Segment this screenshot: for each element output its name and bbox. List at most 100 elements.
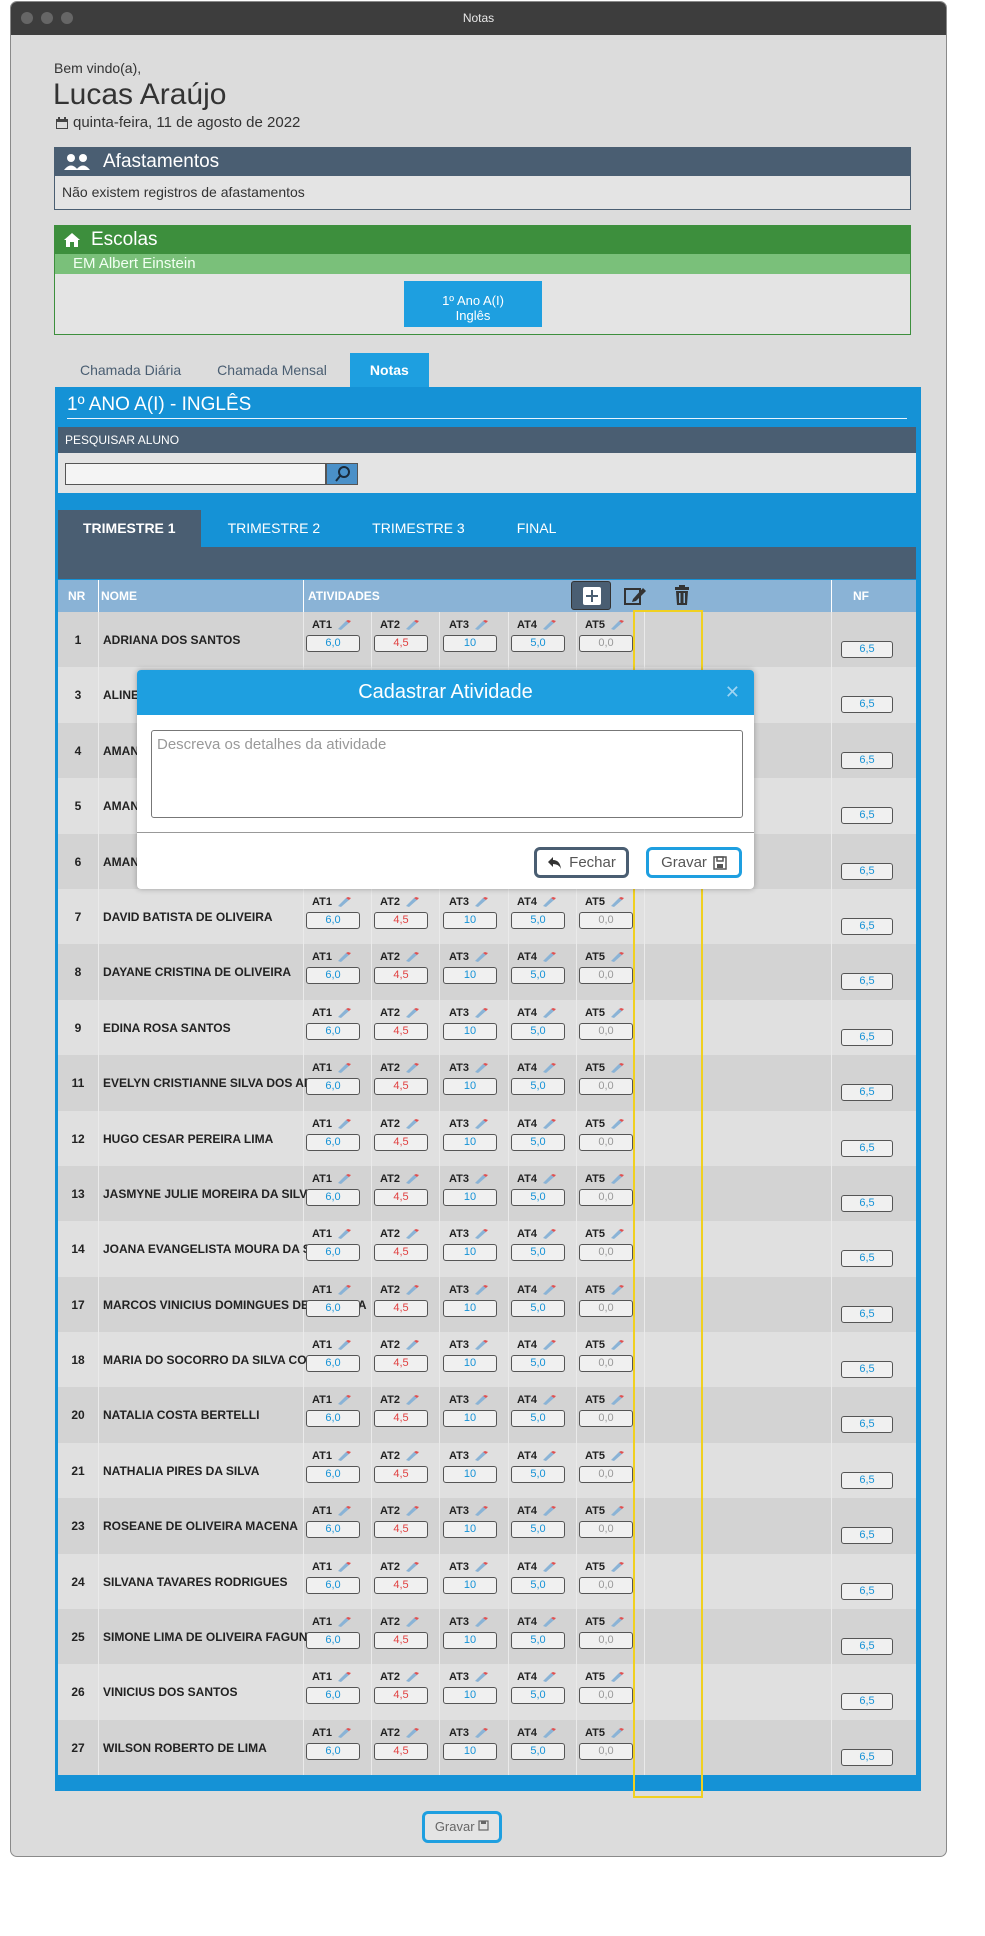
pencil-icon[interactable] bbox=[609, 1672, 625, 1683]
grade-input[interactable]: 4,5 bbox=[374, 1632, 428, 1650]
grade-input[interactable]: 5,0 bbox=[511, 1410, 565, 1428]
grade-input[interactable]: 5,0 bbox=[511, 1355, 565, 1373]
pencil-icon[interactable] bbox=[336, 1063, 352, 1074]
grade-input[interactable]: 10 bbox=[443, 1078, 497, 1096]
tab-final[interactable]: FINAL bbox=[492, 510, 582, 547]
grade-input[interactable]: 6,0 bbox=[306, 1521, 360, 1539]
grade-input[interactable]: 10 bbox=[443, 967, 497, 985]
pencil-icon[interactable] bbox=[473, 1727, 489, 1738]
pencil-icon[interactable] bbox=[473, 1118, 489, 1129]
grade-input[interactable]: 5,0 bbox=[511, 1576, 565, 1594]
grade-input[interactable]: 6,0 bbox=[306, 967, 360, 985]
pencil-icon[interactable] bbox=[336, 1007, 352, 1018]
grade-input[interactable]: 5,0 bbox=[511, 1521, 565, 1539]
pencil-icon[interactable] bbox=[541, 1617, 557, 1628]
modal-save-button[interactable]: Gravar bbox=[646, 847, 742, 878]
final-grade[interactable]: 6,5 bbox=[841, 641, 893, 658]
minimize-window-icon[interactable] bbox=[41, 12, 53, 24]
grade-input[interactable]: 6,0 bbox=[306, 1188, 360, 1206]
grade-input[interactable]: 6,0 bbox=[306, 1632, 360, 1650]
edit-activity-button[interactable] bbox=[621, 583, 649, 609]
pencil-icon[interactable] bbox=[336, 952, 352, 963]
grade-input[interactable]: 0,0 bbox=[579, 1355, 633, 1373]
grade-input[interactable]: 5,0 bbox=[511, 1299, 565, 1317]
final-grade[interactable]: 6,5 bbox=[841, 1084, 893, 1102]
grade-input[interactable]: 10 bbox=[443, 1188, 497, 1206]
grade-input[interactable]: 0,0 bbox=[579, 911, 633, 929]
final-grade[interactable]: 6,5 bbox=[841, 1250, 893, 1268]
pencil-icon[interactable] bbox=[404, 1340, 420, 1351]
final-grade[interactable]: 6,5 bbox=[841, 696, 893, 714]
search-button[interactable] bbox=[326, 463, 358, 485]
grade-input[interactable]: 4,5 bbox=[374, 1022, 428, 1040]
pencil-icon[interactable] bbox=[404, 1450, 420, 1461]
grade-input[interactable]: 4,5 bbox=[374, 1355, 428, 1373]
grade-input[interactable]: 10 bbox=[443, 1244, 497, 1262]
grade-input[interactable]: 4,5 bbox=[374, 1299, 428, 1317]
grade-input[interactable]: 5,0 bbox=[511, 1632, 565, 1650]
pencil-icon[interactable] bbox=[336, 1506, 352, 1517]
grade-input[interactable]: 0,0 bbox=[579, 1244, 633, 1262]
grade-input[interactable]: 0,0 bbox=[579, 1576, 633, 1594]
close-window-icon[interactable] bbox=[21, 12, 33, 24]
pencil-icon[interactable] bbox=[404, 1727, 420, 1738]
pencil-icon[interactable] bbox=[541, 1395, 557, 1406]
grade-input[interactable]: 10 bbox=[443, 1022, 497, 1040]
pencil-icon[interactable] bbox=[541, 1118, 557, 1129]
grade-input[interactable]: 0,0 bbox=[579, 1410, 633, 1428]
final-grade[interactable]: 6,5 bbox=[841, 862, 893, 880]
grade-input[interactable]: 0,0 bbox=[579, 1299, 633, 1317]
pencil-icon[interactable] bbox=[473, 896, 489, 907]
pencil-icon[interactable] bbox=[404, 1173, 420, 1184]
search-input[interactable] bbox=[65, 463, 326, 485]
grade-input[interactable]: 10 bbox=[443, 1576, 497, 1594]
grade-input[interactable]: 6,0 bbox=[306, 911, 360, 929]
final-grade[interactable]: 6,5 bbox=[841, 751, 893, 769]
grade-input[interactable]: 10 bbox=[443, 1742, 497, 1760]
pencil-icon[interactable] bbox=[609, 896, 625, 907]
pencil-icon[interactable] bbox=[473, 1340, 489, 1351]
pencil-icon[interactable] bbox=[609, 1340, 625, 1351]
grade-input[interactable]: 0,0 bbox=[579, 1022, 633, 1040]
grade-input[interactable]: 4,5 bbox=[374, 1521, 428, 1539]
tab-trimestre-1[interactable]: TRIMESTRE 1 bbox=[58, 510, 201, 547]
grade-input[interactable]: 4,5 bbox=[374, 1244, 428, 1262]
grade-input[interactable]: 6,0 bbox=[306, 1576, 360, 1594]
pencil-icon[interactable] bbox=[336, 1284, 352, 1295]
grade-input[interactable]: 5,0 bbox=[511, 1078, 565, 1096]
pencil-icon[interactable] bbox=[473, 1173, 489, 1184]
pencil-icon[interactable] bbox=[404, 1395, 420, 1406]
grade-input[interactable]: 10 bbox=[443, 1355, 497, 1373]
pencil-icon[interactable] bbox=[404, 1561, 420, 1572]
grade-input[interactable]: 10 bbox=[443, 1133, 497, 1151]
pencil-icon[interactable] bbox=[609, 1007, 625, 1018]
pencil-icon[interactable] bbox=[541, 1173, 557, 1184]
final-grade[interactable]: 6,5 bbox=[841, 1361, 893, 1379]
grade-input[interactable]: 10 bbox=[443, 1632, 497, 1650]
grade-input[interactable]: 10 bbox=[443, 635, 497, 652]
activity-details-input[interactable] bbox=[151, 730, 743, 818]
final-grade[interactable]: 6,5 bbox=[841, 1305, 893, 1323]
grade-input[interactable]: 5,0 bbox=[511, 1244, 565, 1262]
tab-chamada-diaria[interactable]: Chamada Diária bbox=[67, 353, 194, 387]
pencil-icon[interactable] bbox=[336, 1229, 352, 1240]
grade-input[interactable]: 10 bbox=[443, 1410, 497, 1428]
grade-input[interactable]: 5,0 bbox=[511, 1742, 565, 1760]
final-grade[interactable]: 6,5 bbox=[841, 1638, 893, 1656]
pencil-icon[interactable] bbox=[404, 1007, 420, 1018]
grade-input[interactable]: 4,5 bbox=[374, 1742, 428, 1760]
pencil-icon[interactable] bbox=[473, 1450, 489, 1461]
pencil-icon[interactable] bbox=[609, 1173, 625, 1184]
save-grades-button[interactable]: Gravar bbox=[422, 1811, 502, 1843]
pencil-icon[interactable] bbox=[404, 1617, 420, 1628]
pencil-icon[interactable] bbox=[473, 1284, 489, 1295]
pencil-icon[interactable] bbox=[609, 952, 625, 963]
grade-input[interactable]: 0,0 bbox=[579, 1742, 633, 1760]
pencil-icon[interactable] bbox=[336, 1118, 352, 1129]
pencil-icon[interactable] bbox=[609, 1506, 625, 1517]
grade-input[interactable]: 0,0 bbox=[579, 1687, 633, 1705]
grade-input[interactable]: 4,5 bbox=[374, 1576, 428, 1594]
grade-input[interactable]: 0,0 bbox=[579, 1078, 633, 1096]
maximize-window-icon[interactable] bbox=[61, 12, 73, 24]
grade-input[interactable]: 5,0 bbox=[511, 1022, 565, 1040]
